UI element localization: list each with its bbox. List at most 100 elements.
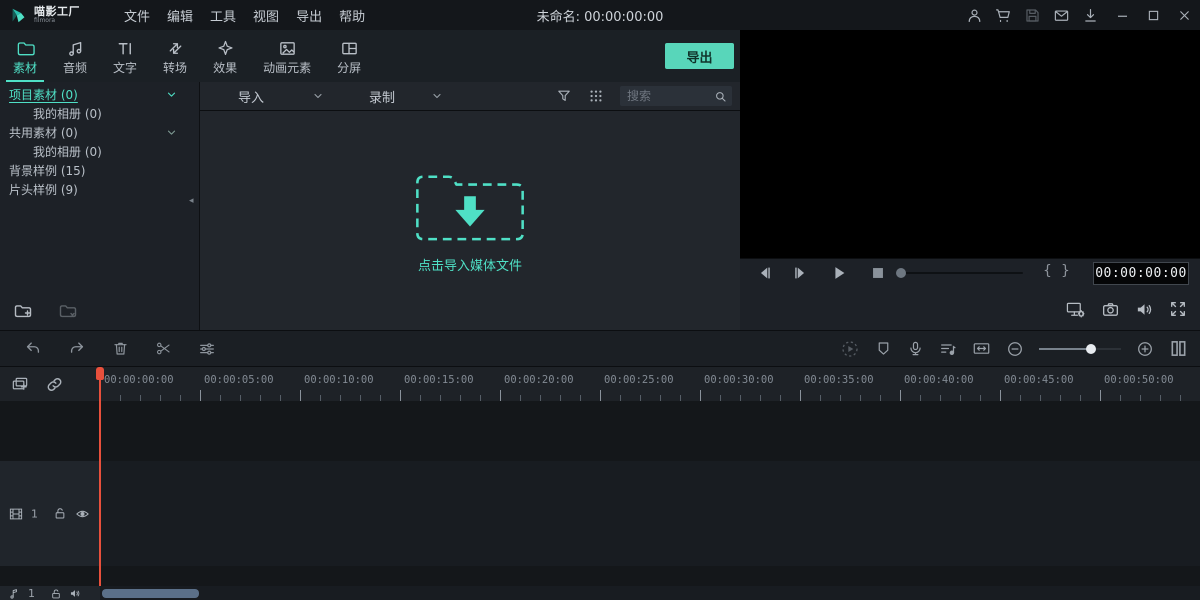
save-icon[interactable]	[1024, 7, 1041, 24]
timeline-empty-band[interactable]	[0, 401, 1200, 461]
media-library-sidebar: 项目素材 (0) 我的相册 (0) 共用素材 (0) 我的相册 (0) 背景样例…	[0, 82, 200, 330]
lock-open-icon[interactable]	[53, 507, 67, 521]
audio-track-header: 1	[0, 586, 100, 600]
timeline-panel: 00:00:00:0000:00:05:0000:00:10:0000:00:1…	[0, 330, 1200, 600]
grid-view-icon[interactable]	[588, 88, 604, 104]
display-settings-icon[interactable]	[1065, 300, 1086, 319]
import-dropzone[interactable]: 点击导入媒体文件	[411, 167, 529, 274]
menu-view[interactable]: 视图	[253, 6, 279, 25]
menu-bar: 文件 编辑 工具 视图 导出 帮助	[124, 6, 365, 25]
snapshot-camera-icon[interactable]	[1101, 300, 1120, 319]
link-clips-icon[interactable]	[45, 375, 64, 394]
ruler-tick	[1000, 390, 1001, 401]
timeline-zoom-slider[interactable]	[1039, 343, 1121, 355]
sidebar-collapse-icon[interactable]: ◂	[189, 194, 197, 208]
ruler-label: 00:00:35:00	[804, 374, 874, 386]
add-folder-icon[interactable]	[13, 301, 33, 321]
tab-text[interactable]: 文字	[100, 30, 150, 82]
video-viewport[interactable]	[740, 30, 1200, 258]
ruler-label: 00:00:30:00	[704, 374, 774, 386]
timeline-horizontal-scrollbar[interactable]	[102, 589, 199, 598]
render-preview-icon[interactable]	[840, 339, 860, 359]
zoom-in-icon[interactable]	[1136, 340, 1154, 358]
audio-track-body[interactable]	[100, 586, 1200, 600]
export-button[interactable]: 导出	[665, 43, 734, 69]
seek-slider-handle[interactable]	[896, 268, 906, 278]
sidebar-item-label: 我的相册 (0)	[33, 105, 102, 122]
timeline-empty-band[interactable]	[0, 566, 1200, 586]
tab-splitscreen[interactable]: 分屏	[324, 30, 374, 82]
mail-icon[interactable]	[1053, 7, 1070, 24]
ruler-tick	[500, 390, 501, 401]
close-icon[interactable]	[1177, 8, 1192, 23]
dual-panel-icon[interactable]	[1169, 339, 1188, 358]
tab-effects[interactable]: 效果	[200, 30, 250, 82]
cart-icon[interactable]	[995, 7, 1012, 24]
zoom-out-icon[interactable]	[1006, 340, 1024, 358]
eye-visibility-icon[interactable]	[74, 506, 91, 521]
search-icon[interactable]	[714, 90, 727, 103]
ruler-label: 00:00:40:00	[904, 374, 974, 386]
mark-in-icon[interactable]: {	[1043, 263, 1052, 279]
user-icon[interactable]	[966, 7, 983, 24]
menu-help[interactable]: 帮助	[339, 6, 365, 25]
stop-icon[interactable]	[869, 264, 887, 282]
sidebar-item-background-samples[interactable]: 背景样例 (15)	[0, 161, 199, 180]
play-icon[interactable]	[830, 264, 848, 282]
sidebar-item-intro-samples[interactable]: 片头样例 (9)	[0, 180, 199, 199]
mute-speaker-icon[interactable]	[69, 587, 82, 600]
tab-elements[interactable]: 动画元素	[250, 30, 324, 82]
search-box[interactable]	[620, 86, 732, 106]
chevron-down-icon[interactable]	[166, 89, 177, 100]
fit-timeline-icon[interactable]	[972, 340, 991, 357]
maximize-icon[interactable]	[1146, 8, 1161, 23]
playhead-handle[interactable]	[96, 367, 104, 380]
zoom-slider-handle[interactable]	[1086, 344, 1096, 354]
video-track-body[interactable]	[100, 461, 1200, 566]
next-frame-icon[interactable]	[791, 264, 809, 282]
voiceover-mic-icon[interactable]	[907, 340, 924, 357]
sidebar-item-my-album-2[interactable]: 我的相册 (0)	[0, 142, 199, 161]
record-dropdown[interactable]: 录制	[369, 87, 395, 106]
tab-audio[interactable]: 音频	[50, 30, 100, 82]
preview-timecode: 00:00:00:00	[1093, 262, 1189, 285]
timeline-ruler[interactable]: 00:00:00:0000:00:05:0000:00:10:0000:00:1…	[100, 367, 1200, 401]
lock-open-icon[interactable]	[50, 588, 62, 600]
menu-edit[interactable]: 编辑	[167, 6, 193, 25]
undo-icon[interactable]	[24, 340, 42, 358]
app-logo: 喵影工厂 filmora	[0, 6, 110, 24]
dropzone-text: 点击导入媒体文件	[411, 255, 529, 274]
mark-out-icon[interactable]: }	[1061, 263, 1070, 279]
minimize-icon[interactable]	[1115, 8, 1130, 23]
folder-icon	[16, 39, 35, 58]
redo-icon[interactable]	[68, 340, 86, 358]
menu-file[interactable]: 文件	[124, 6, 150, 25]
filter-icon[interactable]	[556, 88, 572, 104]
delete-folder-icon[interactable]	[58, 301, 78, 321]
import-dropdown[interactable]: 导入	[238, 87, 264, 106]
add-track-icon[interactable]	[10, 375, 30, 394]
tab-transition[interactable]: 转场	[150, 30, 200, 82]
tab-media[interactable]: 素材	[0, 30, 50, 82]
download-icon[interactable]	[1082, 7, 1099, 24]
menu-tools[interactable]: 工具	[210, 6, 236, 25]
sidebar-item-project-media[interactable]: 项目素材 (0)	[0, 85, 199, 104]
adjust-settings-icon[interactable]	[198, 340, 216, 358]
search-input[interactable]	[625, 88, 714, 104]
sidebar-item-my-album-1[interactable]: 我的相册 (0)	[0, 104, 199, 123]
chevron-down-icon[interactable]	[166, 127, 177, 138]
previous-frame-icon[interactable]	[756, 264, 774, 282]
chevron-down-icon[interactable]	[431, 90, 443, 102]
sidebar-item-shared-media[interactable]: 共用素材 (0)	[0, 123, 199, 142]
cut-scissors-icon[interactable]	[155, 340, 172, 357]
delete-trash-icon[interactable]	[112, 340, 129, 357]
volume-icon[interactable]	[1135, 300, 1154, 319]
fullscreen-icon[interactable]	[1169, 300, 1187, 318]
seek-slider-track[interactable]	[903, 272, 1023, 274]
audio-mixer-icon[interactable]	[939, 340, 957, 358]
star-icon	[216, 39, 235, 58]
marker-icon[interactable]	[875, 340, 892, 357]
chevron-down-icon[interactable]	[312, 90, 324, 102]
split-screen-icon	[340, 39, 359, 58]
menu-export[interactable]: 导出	[296, 6, 322, 25]
